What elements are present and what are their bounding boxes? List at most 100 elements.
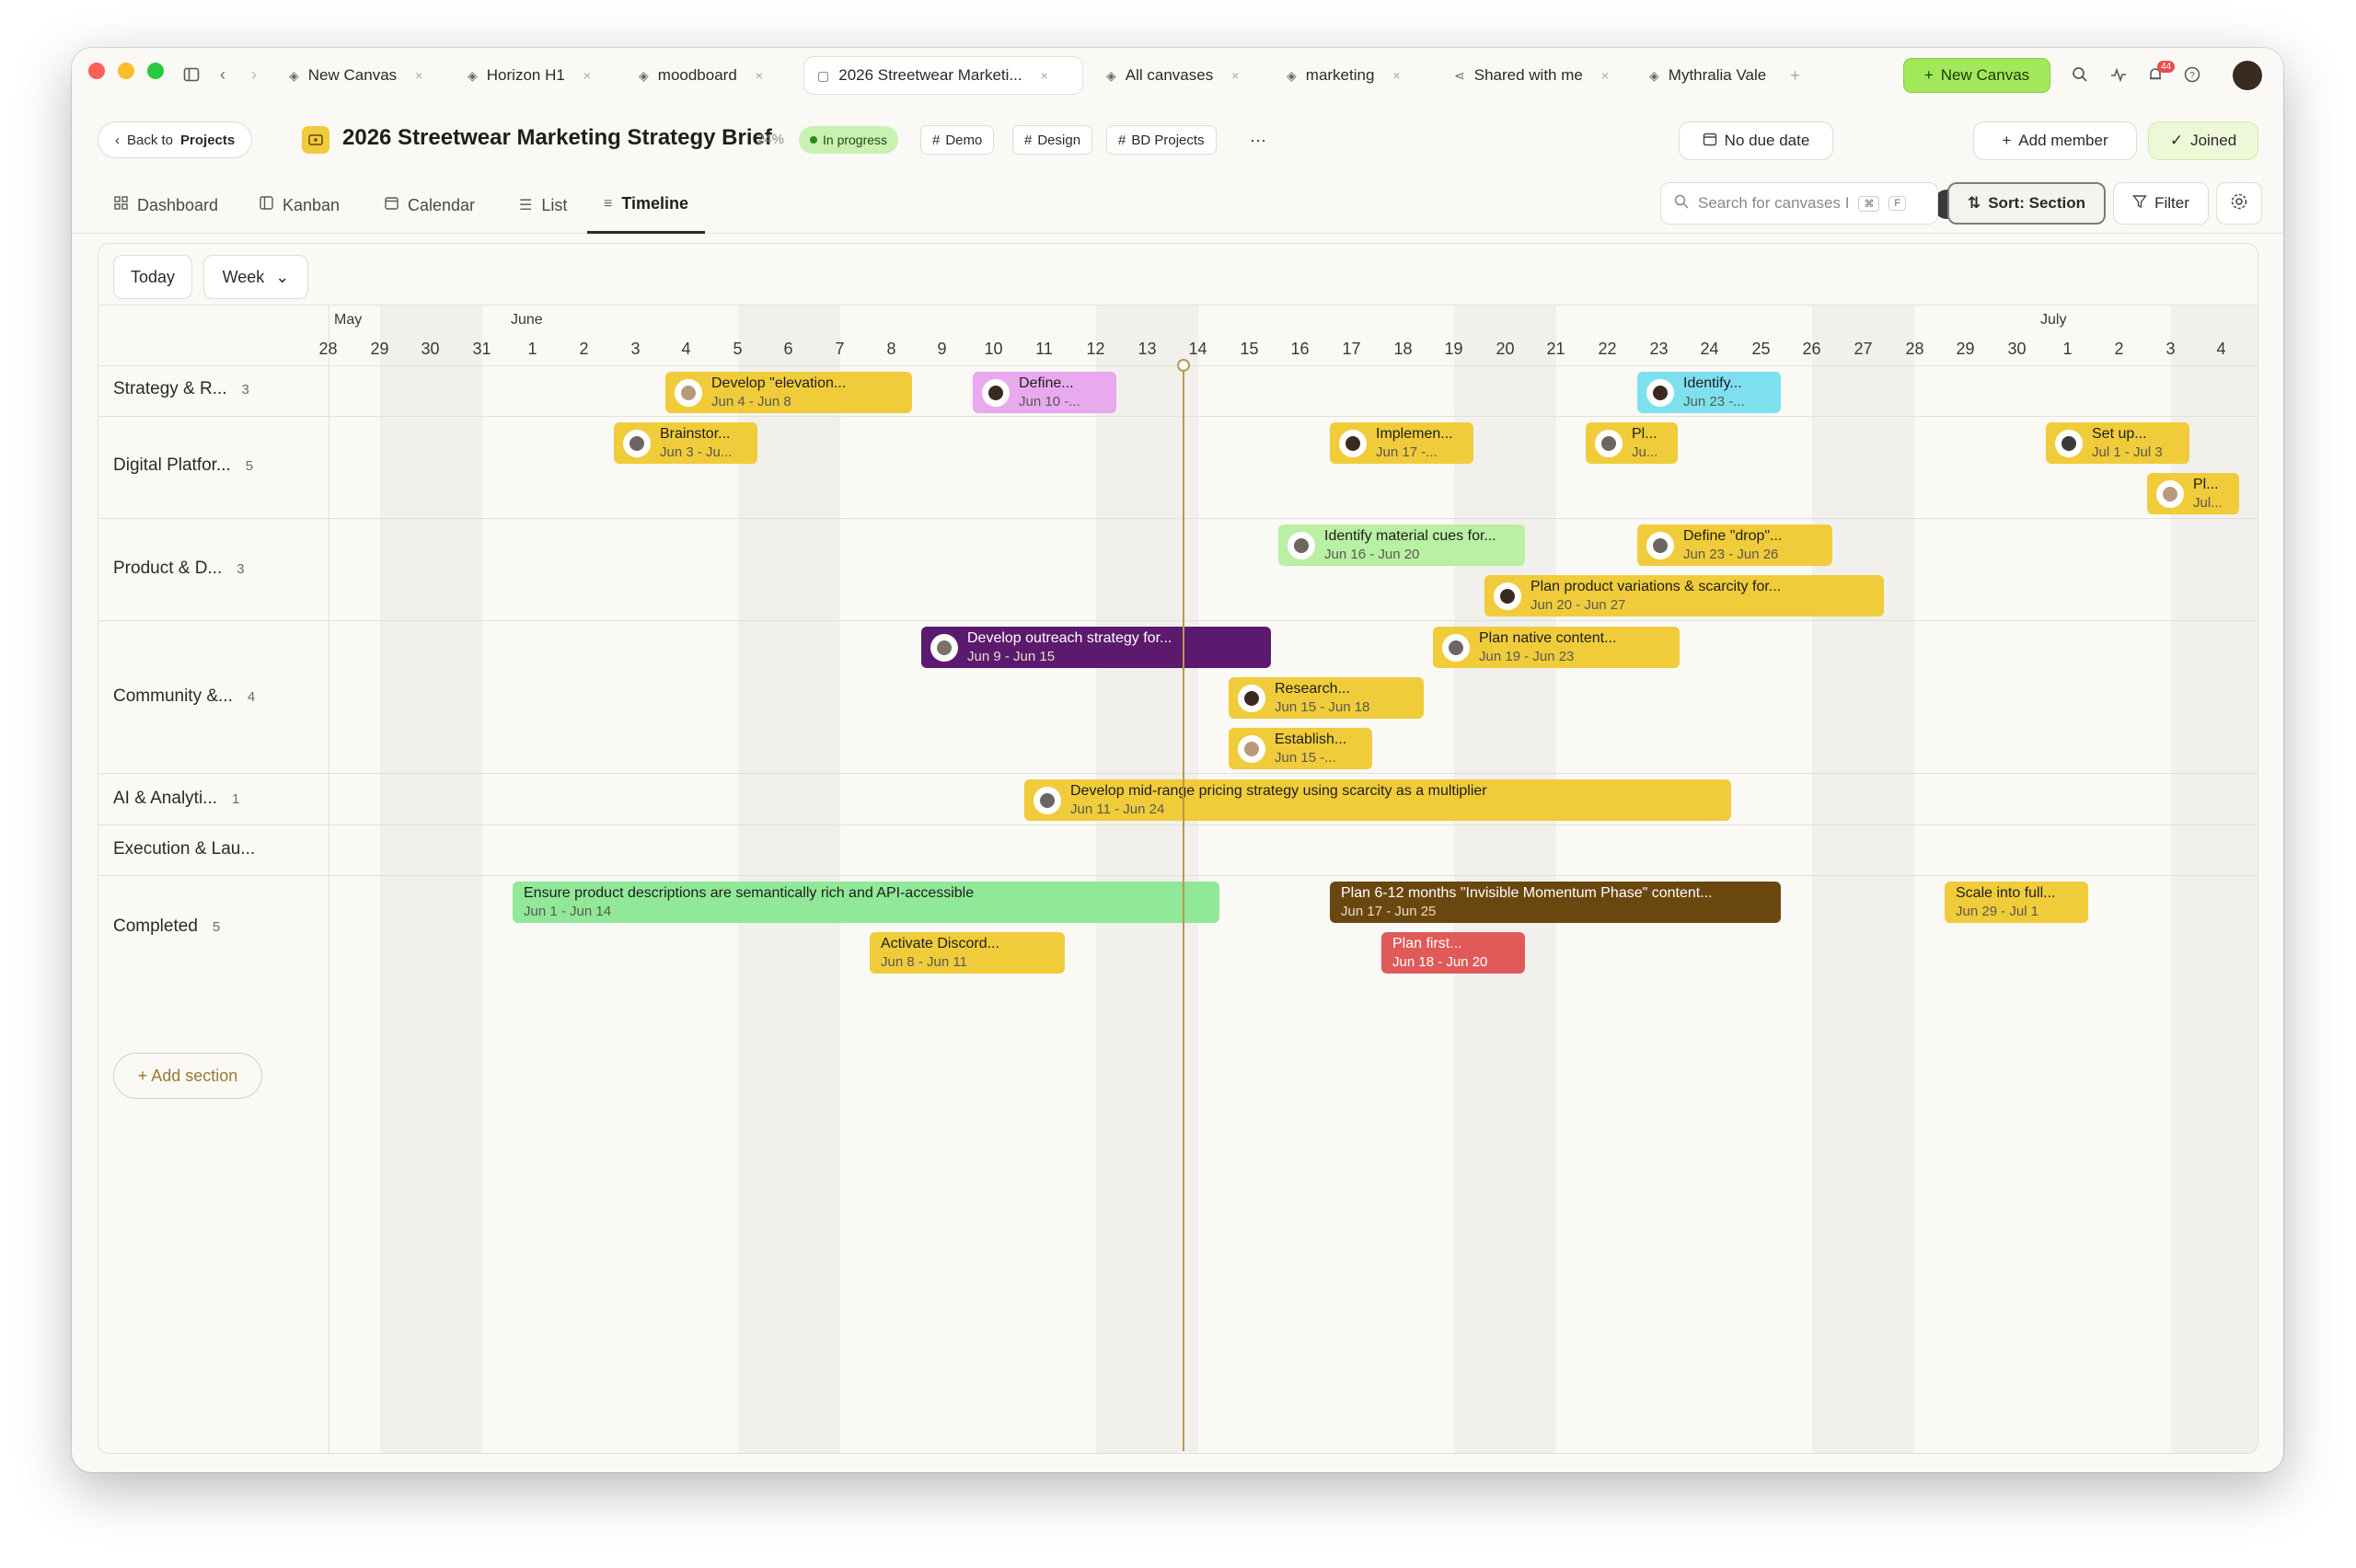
divider [98,305,2258,306]
section-product[interactable]: Product & D... 3 [113,559,245,579]
task-bar[interactable]: Research... Jun 15 - Jun 18 [1229,677,1424,719]
section-digital-platform[interactable]: Digital Platfor... 5 [113,455,253,476]
task-name: Develop "elevation... [711,375,847,391]
close-tab-icon[interactable]: × [415,68,422,83]
task-bar[interactable]: Implemen... Jun 17 -... [1330,422,1473,464]
assignee-avatar [1238,684,1265,712]
section-completed[interactable]: Completed 5 [113,917,220,937]
task-bar[interactable]: Plan 6-12 months "Invisible Momentum Pha… [1330,882,1781,923]
close-tab-icon[interactable]: × [1231,68,1239,83]
day-label: 8 [886,340,896,358]
task-dates: Jun 8 - Jun 11 [881,953,967,970]
scale-dropdown[interactable]: Week ⌄ [203,255,308,299]
day-label: 2 [579,340,589,358]
task-bar[interactable]: Identify... Jun 23 -... [1637,372,1781,413]
section-strategy[interactable]: Strategy & R... 3 [113,379,249,399]
close-window-button[interactable] [88,63,105,79]
task-dates: Jun 15 - Jun 18 [1275,698,1370,715]
tab-dashboard[interactable]: Dashboard [114,177,218,234]
task-dates: Jun 4 - Jun 8 [711,393,791,409]
tab-timeline[interactable]: ≡ Timeline [587,177,706,234]
sort-button[interactable]: ⇅ Sort: Section [1947,182,2106,225]
tab-label: New Canvas [307,66,398,84]
activity-icon[interactable] [2106,62,2131,87]
add-section-button[interactable]: + Add section [113,1053,262,1099]
task-bar[interactable]: Establish... Jun 15 -... [1229,728,1372,769]
day-label: 28 [1905,340,1924,358]
due-date-button[interactable]: No due date [1679,121,1833,160]
task-bar[interactable]: Define "drop"... Jun 23 - Jun 26 [1637,525,1832,566]
close-tab-icon[interactable]: × [1601,68,1609,83]
day-label: 15 [1240,340,1259,358]
sidebar-toggle-icon[interactable] [179,62,204,87]
tag-bd-projects[interactable]: # BD Projects [1106,125,1217,155]
browser-tab[interactable]: ◈ New Canvas × [276,57,435,94]
section-count: 1 [232,790,240,807]
task-dates: Jun 11 - Jun 24 [1070,801,1165,817]
close-tab-icon[interactable]: × [583,68,591,83]
browser-tab[interactable]: ◈ Horizon H1 × [455,57,604,94]
section-ai-analytics[interactable]: AI & Analyti... 1 [113,789,239,809]
status-badge[interactable]: In progress [799,126,899,154]
task-bar[interactable]: Develop outreach strategy for... Jun 9 - … [921,627,1271,668]
task-bar[interactable]: Plan first... Jun 18 - Jun 20 [1381,932,1525,974]
close-tab-icon[interactable]: × [1392,68,1400,83]
zoom-window-button[interactable] [147,63,164,79]
section-name: Strategy & R... [113,379,227,398]
hash-icon: # [1024,132,1033,148]
section-count: 3 [241,381,249,398]
day-label: 10 [984,340,1003,358]
task-bar[interactable]: Pl... Jul... [2147,473,2239,514]
section-execution[interactable]: Execution & Lau... [113,839,270,859]
task-bar[interactable]: Plan native content... Jun 19 - Jun 23 [1433,627,1680,668]
browser-tab[interactable]: ◈ All canvases × [1093,57,1252,94]
divider [98,773,2258,774]
assignee-avatar [1288,531,1315,559]
tag-demo[interactable]: # Demo [920,125,995,155]
day-label: 26 [1802,340,1821,358]
chevron-down-icon: ⌄ [275,267,290,286]
search-icon[interactable] [2067,62,2093,87]
calendar-icon [385,196,398,214]
tab-kanban[interactable]: Kanban [260,177,340,234]
today-button[interactable]: Today [113,255,192,299]
search-input[interactable]: Search for canvases I ⌘ F [1660,182,1938,225]
forward-arrow-icon[interactable]: › [241,62,267,87]
task-bar[interactable]: Set up... Jul 1 - Jul 3 [2046,422,2189,464]
add-member-button[interactable]: + Add member [1973,121,2137,160]
new-canvas-button[interactable]: + New Canvas [1903,58,2050,93]
browser-tab[interactable]: ◈ moodboard × [626,57,776,94]
task-bar[interactable]: Plan product variations & scarcity for..… [1484,575,1884,617]
joined-button[interactable]: ✓ Joined [2148,121,2258,160]
more-options-button[interactable]: ··· [1239,125,1277,155]
task-bar[interactable]: Pl... Ju... [1586,422,1678,464]
tag-design[interactable]: # Design [1012,125,1093,155]
tab-calendar[interactable]: Calendar [385,177,475,234]
task-bar[interactable]: Ensure product descriptions are semantic… [513,882,1219,923]
close-tab-icon[interactable]: × [756,68,763,83]
browser-tab[interactable]: ⋖ Shared with me × [1441,57,1622,94]
tab-list[interactable]: ☰ List [519,177,567,234]
task-bar[interactable]: Develop mid-range pricing strategy using… [1024,779,1731,821]
help-icon[interactable]: ? [2179,62,2205,87]
task-bar[interactable]: Identify material cues for... Jun 16 - Ju… [1278,525,1525,566]
user-avatar[interactable] [2231,59,2264,92]
task-bar[interactable]: Activate Discord... Jun 8 - Jun 11 [870,932,1065,974]
svg-text:?: ? [2189,71,2195,81]
back-to-projects-button[interactable]: ‹ Back to Projects [98,121,253,158]
minimize-window-button[interactable] [118,63,134,79]
settings-button[interactable] [2216,182,2262,225]
task-dates: Jun 17 -... [1376,444,1438,460]
task-bar[interactable]: Brainstor... Jun 3 - Ju... [614,422,757,464]
filter-button[interactable]: Filter [2113,182,2209,225]
browser-tab[interactable]: ◈ marketing × [1274,57,1414,94]
task-bar[interactable]: Develop "elevation... Jun 4 - Jun 8 [665,372,912,413]
browser-tab[interactable]: ◈ Mythralia Vale + [1636,57,1813,94]
close-tab-icon[interactable]: × [1041,68,1048,83]
back-arrow-icon[interactable]: ‹ [210,62,236,87]
browser-tab-active[interactable]: ▢ 2026 Streetwear Marketi... × [804,57,1082,94]
new-tab-icon[interactable]: + [1790,66,1800,86]
task-bar[interactable]: Scale into full... Jun 29 - Jul 1 [1945,882,2088,923]
section-community[interactable]: Community &... 4 [113,686,255,707]
task-bar[interactable]: Define... Jun 10 -... [973,372,1116,413]
